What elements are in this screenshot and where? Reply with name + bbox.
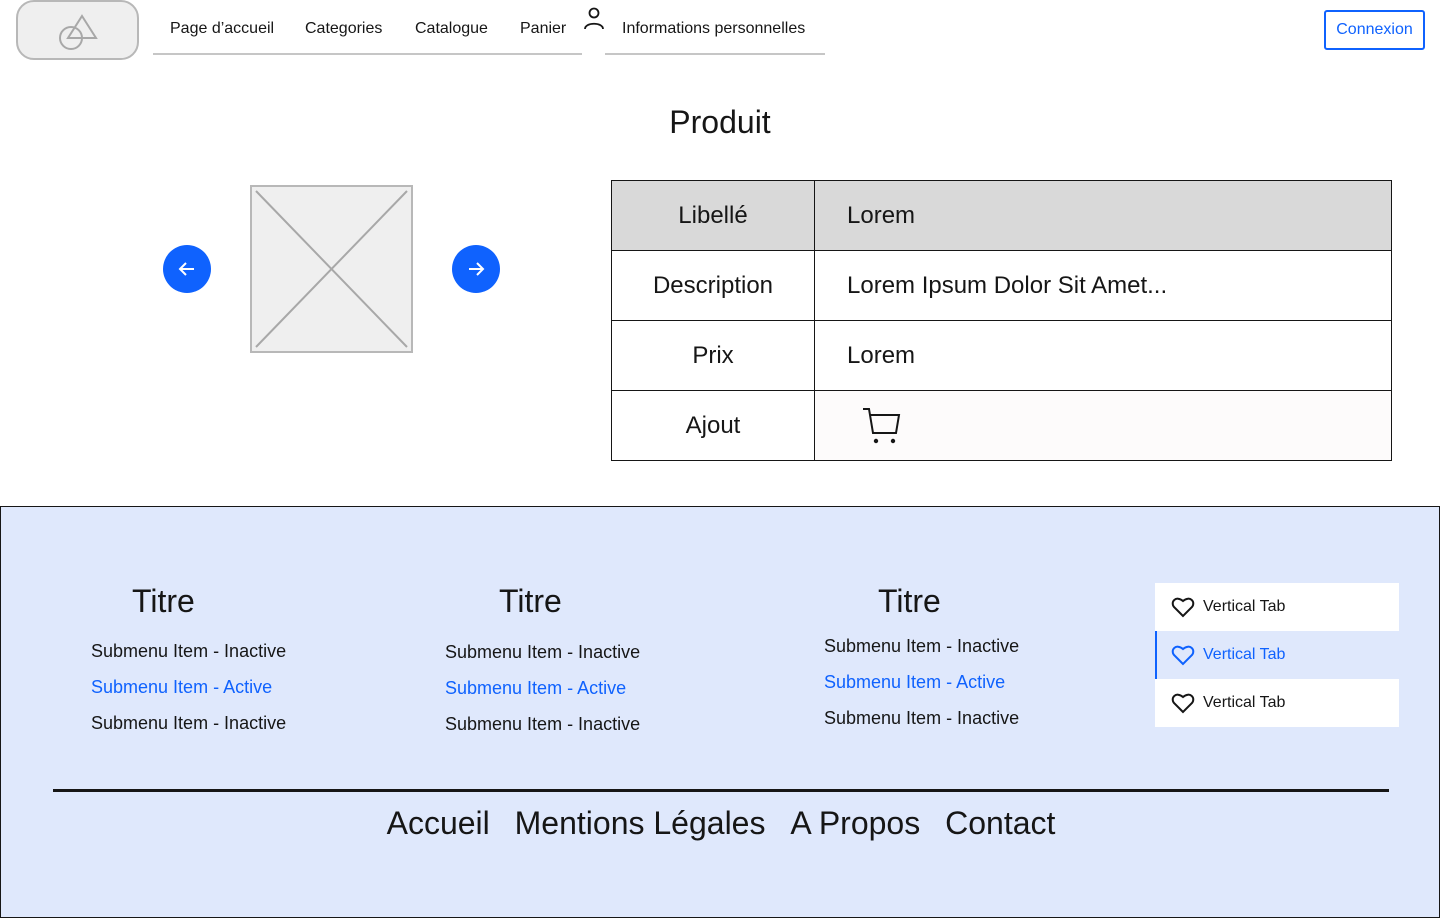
arrow-right-icon	[469, 262, 485, 276]
arrow-left-icon	[178, 262, 194, 276]
submenu-item-active[interactable]: Submenu Item - Active	[824, 672, 1005, 693]
logo-shapes-icon	[59, 14, 98, 50]
description-label: Description	[611, 250, 815, 321]
table-header-row: Libellé Lorem	[611, 180, 1392, 251]
footer-links: Accueil Mentions Légales A Propos Contac…	[1, 805, 1440, 842]
nav-cart[interactable]: Panier	[520, 20, 566, 38]
login-button[interactable]: Connexion	[1324, 10, 1425, 50]
table-row: Ajout	[611, 390, 1392, 461]
nav-categories[interactable]: Categories	[305, 20, 382, 38]
submenu-item-active[interactable]: Submenu Item - Active	[91, 677, 272, 698]
footer-divider	[53, 789, 1389, 792]
heart-icon	[1171, 693, 1195, 714]
vertical-tab-active[interactable]: Vertical Tab	[1155, 631, 1399, 679]
submenu-item-inactive[interactable]: Submenu Item - Inactive	[824, 636, 1019, 657]
footer-link-legal[interactable]: Mentions Légales	[515, 805, 766, 841]
description-value: Lorem Ipsum Dolor Sit Amet...	[814, 250, 1392, 321]
carousel-prev-button[interactable]	[163, 245, 211, 293]
footer-link-home[interactable]: Accueil	[387, 805, 490, 841]
footer-link-about[interactable]: A Propos	[790, 805, 920, 841]
submenu-item-active[interactable]: Submenu Item - Active	[445, 678, 626, 699]
submenu-item-inactive[interactable]: Submenu Item - Inactive	[445, 714, 640, 735]
logo[interactable]	[16, 0, 139, 60]
footer: Titre Submenu Item - Inactive Submenu It…	[0, 506, 1440, 918]
footer-link-contact[interactable]: Contact	[945, 805, 1055, 841]
cart-icon[interactable]	[861, 405, 901, 445]
image-placeholder-icon	[255, 190, 408, 348]
submenu-item-inactive[interactable]: Submenu Item - Inactive	[445, 642, 640, 663]
nav-home[interactable]: Page d’accueil	[170, 20, 274, 38]
nav-catalogue[interactable]: Catalogue	[415, 20, 488, 38]
table-row: Description Lorem Ipsum Dolor Sit Amet..…	[611, 250, 1392, 321]
heart-icon	[1171, 645, 1195, 666]
table-row: Prix Lorem	[611, 320, 1392, 391]
add-label: Ajout	[611, 390, 815, 461]
account-nav: Informations personnelles	[605, 0, 825, 55]
submenu-item-inactive[interactable]: Submenu Item - Inactive	[91, 641, 286, 662]
footer-col-title: Titre	[878, 583, 941, 619]
vertical-tab-label: Vertical Tab	[1203, 598, 1286, 615]
vertical-tab-label: Vertical Tab	[1203, 646, 1286, 663]
main-nav: Page d’accueil Categories Catalogue Pani…	[153, 0, 582, 55]
page-title: Produit	[669, 104, 771, 140]
submenu-item-inactive[interactable]: Submenu Item - Inactive	[91, 713, 286, 734]
price-value: Lorem	[814, 320, 1392, 391]
header-label-cell: Libellé	[611, 180, 815, 251]
footer-col-title: Titre	[132, 583, 195, 619]
vertical-tab[interactable]: Vertical Tab	[1155, 679, 1399, 727]
vertical-tabs: Vertical Tab Vertical Tab Vertical Tab	[1155, 583, 1399, 727]
vertical-tab-label: Vertical Tab	[1203, 694, 1286, 711]
submenu-item-inactive[interactable]: Submenu Item - Inactive	[824, 708, 1019, 729]
product-image	[250, 185, 413, 353]
user-icon[interactable]	[583, 7, 605, 31]
product-table: Libellé Lorem Description Lorem Ipsum Do…	[611, 180, 1392, 461]
nav-personal-info[interactable]: Informations personnelles	[622, 20, 805, 38]
footer-col-title: Titre	[499, 583, 562, 619]
carousel-next-button[interactable]	[452, 245, 500, 293]
header-value-cell: Lorem	[814, 180, 1392, 251]
price-label: Prix	[611, 320, 815, 391]
heart-icon	[1171, 597, 1195, 618]
add-to-cart-cell	[814, 390, 1392, 461]
vertical-tab[interactable]: Vertical Tab	[1155, 583, 1399, 631]
